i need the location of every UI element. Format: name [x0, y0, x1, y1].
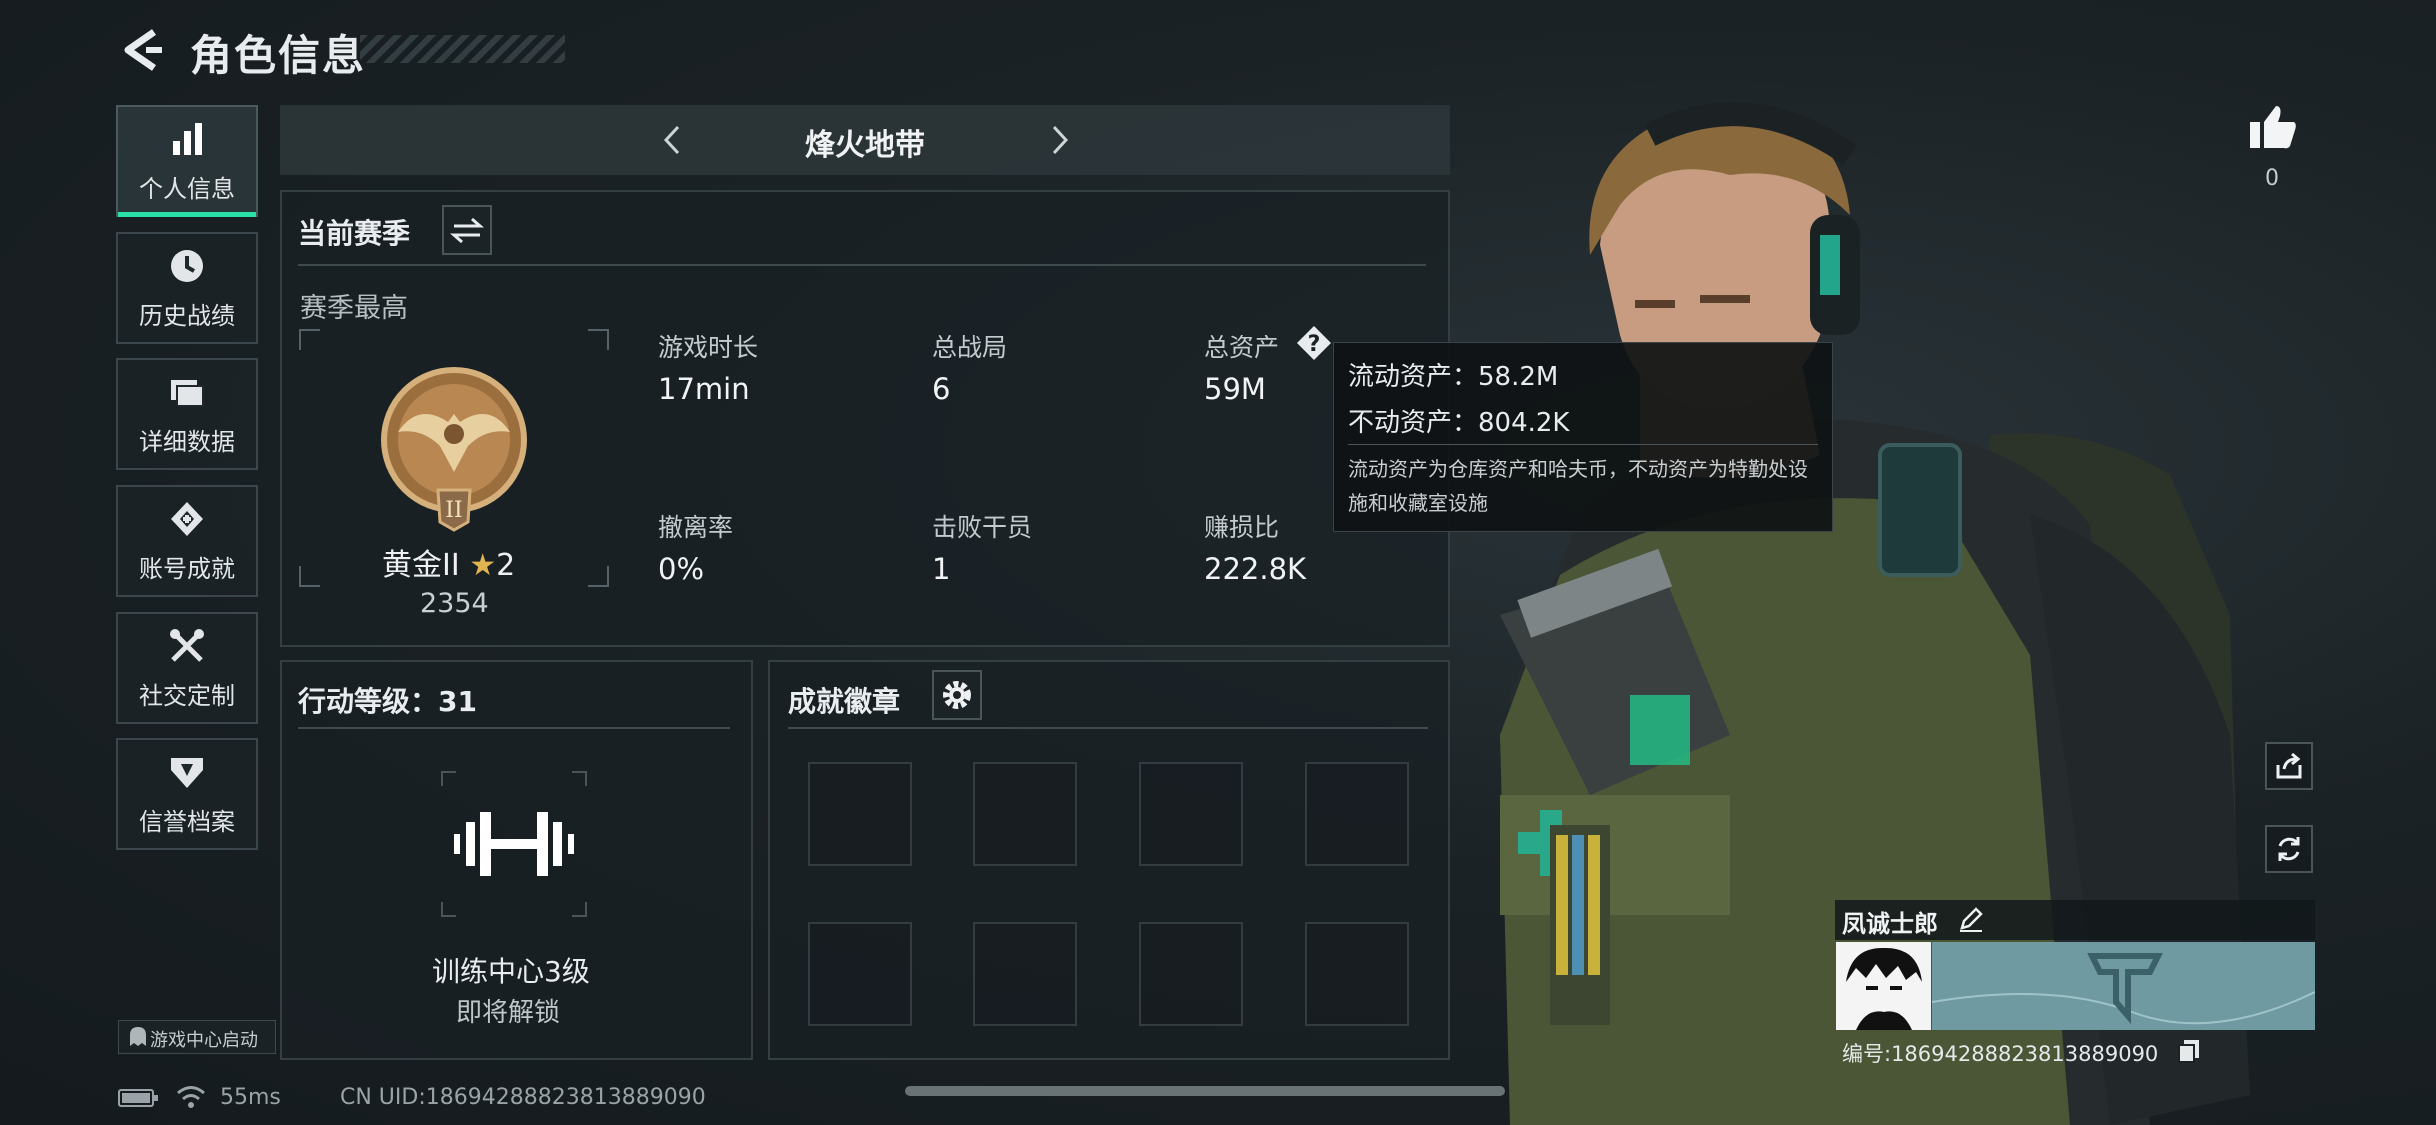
title-decoration [360, 35, 565, 63]
nav-label: 信誉档案 [139, 807, 235, 836]
badge-slot[interactable] [808, 762, 912, 866]
svg-text:?: ? [1308, 332, 1321, 357]
badge-slot[interactable] [1305, 762, 1409, 866]
ping-text: 55ms [220, 1085, 281, 1110]
season-title: 当前赛季 [298, 217, 411, 250]
ghost-icon [130, 1027, 146, 1046]
achievements-title: 成就徽章 [788, 685, 901, 718]
nav-label: 历史战绩 [139, 301, 235, 330]
help-icon[interactable]: ? [1296, 325, 1332, 361]
tooltip-liquid-assets: 流动资产：58.2M [1348, 362, 1559, 392]
rank-name: 黄金II ★2 [382, 540, 515, 584]
stat-label: 总战局 [932, 333, 1008, 362]
mode-tab-title[interactable]: 烽火地带 [805, 120, 925, 164]
stat-value: 0% [658, 552, 705, 586]
clock-icon [171, 249, 203, 282]
stat-value: 222.8K [1204, 552, 1307, 586]
player-name: 凤诚士郎 [1842, 910, 1938, 938]
stat-value: 17min [658, 372, 750, 406]
chevron-right-icon[interactable] [1048, 123, 1072, 157]
action-level-title: 行动等级：31 [298, 685, 477, 718]
stat-label: 撤离率 [658, 513, 734, 542]
player-banner [1932, 942, 2315, 1030]
thumbs-up-icon[interactable] [2248, 102, 2298, 152]
badge-slot[interactable] [1139, 922, 1243, 1026]
season-best-label: 赛季最高 [300, 293, 408, 324]
stat-label: 游戏时长 [658, 333, 759, 362]
season-divider [298, 264, 1426, 266]
nav-item-social[interactable]: 社交定制 [116, 612, 258, 724]
tools-icon [170, 628, 204, 662]
nav-label: 账号成就 [139, 554, 235, 583]
home-indicator[interactable] [905, 1086, 1505, 1096]
player-avatar[interactable] [1836, 942, 1931, 1030]
star-icon: ★ [469, 548, 497, 583]
refresh-icon [2278, 837, 2300, 861]
badge-slot[interactable] [1139, 762, 1243, 866]
nav-label: 个人信息 [139, 174, 235, 203]
facility-status: 即将解锁 [456, 998, 561, 1028]
game-center-label: 游戏中心启动 [150, 1030, 258, 1051]
edit-icon[interactable] [1958, 906, 1984, 932]
folder-icon [171, 379, 204, 407]
uid-text: CN UID:18694288823813889090 [340, 1085, 706, 1110]
rank-medal-icon: II [381, 367, 527, 532]
nav-item-reputation[interactable]: 信誉档案 [116, 738, 258, 850]
facility-name: 训练中心3级 [432, 955, 590, 988]
tooltip-fixed-assets: 不动资产：804.2K [1348, 408, 1570, 438]
stat-label: 击败干员 [932, 513, 1033, 542]
nav-item-history[interactable]: 历史战绩 [116, 232, 258, 344]
rank-tier: 黄金II [382, 548, 460, 583]
copy-icon[interactable] [2177, 1038, 2201, 1064]
nav-item-details[interactable]: 详细数据 [116, 358, 258, 470]
refresh-button[interactable] [2265, 825, 2313, 873]
dumbbell-icon [441, 771, 587, 917]
share-icon [2276, 752, 2302, 779]
back-arrow-icon[interactable] [118, 26, 166, 74]
like-count: 0 [2265, 166, 2279, 191]
tooltip-desc-line1: 流动资产为仓库资产和哈夫币，不动资产为特勤处设 [1348, 457, 1808, 481]
page-title: 角色信息 [190, 31, 367, 80]
rank-score: 2354 [420, 588, 489, 619]
badge-slot[interactable] [1305, 922, 1409, 1026]
stat-value: 59M [1204, 372, 1266, 406]
bar-chart-icon [173, 122, 202, 155]
badge-slot[interactable] [808, 922, 912, 1026]
achievements-divider [788, 727, 1428, 729]
badge-slot[interactable] [973, 922, 1077, 1026]
nav-item-achievements[interactable]: 账号成就 [116, 485, 258, 597]
shield-icon [171, 757, 203, 788]
rank-stars: 2 [496, 548, 516, 583]
stat-value: 1 [932, 552, 951, 586]
achievement-settings-button[interactable] [932, 670, 982, 720]
nav-item-profile[interactable]: 个人信息 [116, 105, 258, 217]
tooltip-desc-line2: 施和收藏室设施 [1348, 491, 1488, 515]
nav-label: 详细数据 [139, 427, 235, 456]
badge-slot[interactable] [973, 762, 1077, 866]
switch-season-button[interactable] [442, 205, 492, 255]
wifi-icon [177, 1086, 205, 1108]
svg-text:II: II [445, 498, 462, 523]
gear-icon [943, 681, 971, 709]
stat-label: 赚损比 [1204, 513, 1280, 542]
tooltip-divider [1348, 444, 1818, 445]
battery-icon [118, 1089, 158, 1107]
player-id: 编号:18694288823813889090 [1842, 1042, 2159, 1066]
nav-label: 社交定制 [139, 681, 235, 710]
medal-icon [171, 501, 203, 536]
stat-label: 总资产 [1204, 333, 1280, 362]
action-divider [298, 727, 730, 729]
share-button[interactable] [2265, 742, 2313, 790]
swap-icon [450, 217, 484, 244]
chevron-left-icon[interactable] [660, 123, 684, 157]
stat-value: 6 [932, 372, 951, 406]
